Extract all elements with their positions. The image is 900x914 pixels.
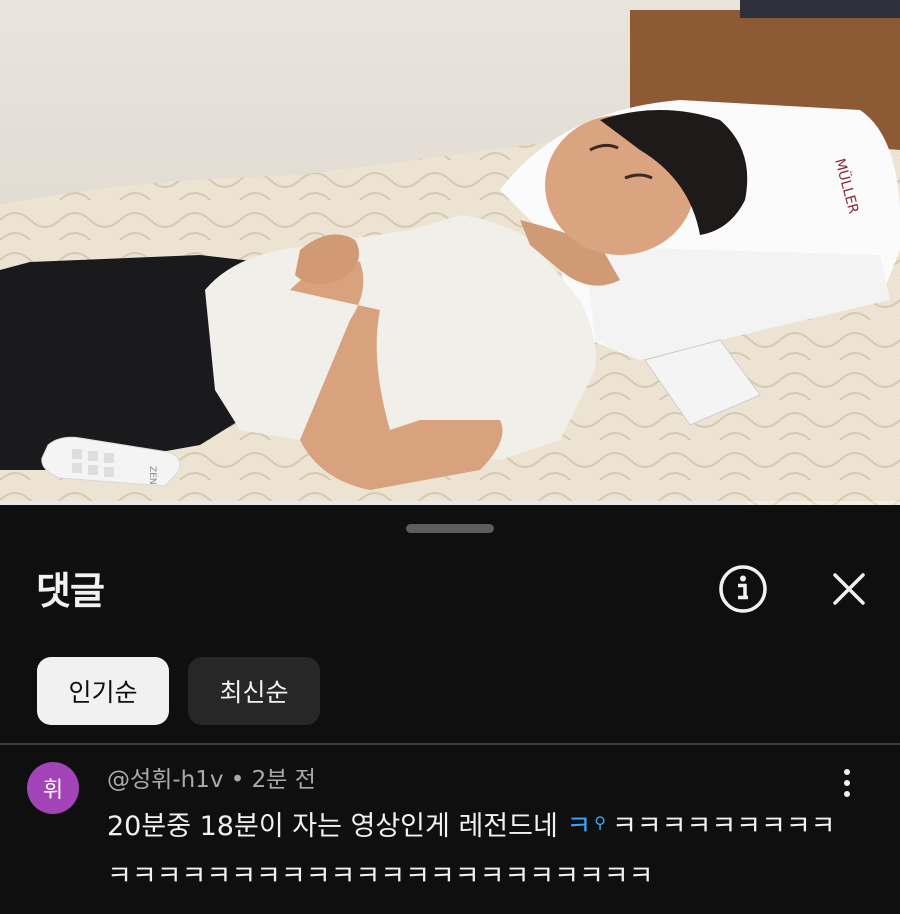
comments-sheet: 댓글 인기순 최신순 휘 @성휘-h1v • 2분 전 20분중 18분이 자는…	[0, 507, 900, 914]
sort-chip-newest[interactable]: 최신순	[188, 657, 320, 725]
info-button[interactable]	[716, 562, 770, 616]
search-icon[interactable]: ⚲	[594, 813, 606, 832]
drag-handle[interactable]	[406, 524, 494, 533]
comment-author[interactable]: @성휘-h1v	[107, 767, 223, 793]
comment-menu-button[interactable]	[830, 763, 864, 803]
avatar-letter: 휘	[42, 778, 64, 803]
video-progress-bar[interactable]	[0, 501, 900, 505]
comment-highlight-lookup[interactable]: ㅋ	[566, 811, 591, 842]
comment-time: 2분 전	[251, 767, 316, 793]
avatar[interactable]: 휘	[27, 762, 79, 814]
more-vertical-icon	[844, 769, 850, 775]
meta-separator: •	[230, 767, 252, 793]
comment-meta: @성휘-h1v • 2분 전	[107, 760, 316, 794]
remote-brand-text: ZEN	[147, 466, 157, 485]
divider	[0, 743, 900, 745]
close-icon	[833, 573, 865, 605]
video-progress-fill	[0, 501, 747, 505]
comment-text: 20분중 18분이 자는 영상인게 레전드네 ㅋ ⚲ ㅋㅋㅋㅋㅋㅋㅋㅋㅋㅋㅋㅋㅋㅋㅋ…	[107, 802, 837, 902]
video-frame: MÜLLER ZEN	[0, 0, 900, 505]
comments-title: 댓글	[36, 569, 105, 613]
info-circle-icon	[719, 565, 767, 613]
comment-text-main: 20분중 18분이 자는 영상인게 레전드네	[107, 811, 567, 842]
video-player[interactable]: MÜLLER ZEN	[0, 0, 900, 505]
close-button[interactable]	[822, 562, 876, 616]
sort-chip-popular[interactable]: 인기순	[37, 657, 169, 725]
